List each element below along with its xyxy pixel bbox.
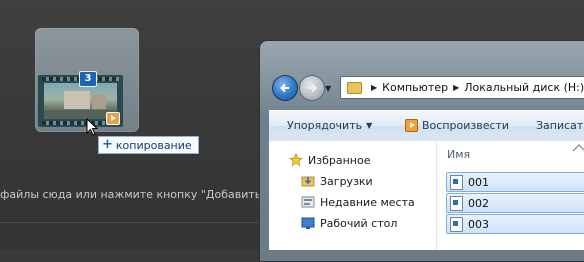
- organize-label: Упорядочить: [287, 119, 363, 132]
- column-header-name[interactable]: Имя: [447, 148, 470, 161]
- burn-button[interactable]: Записать: [536, 119, 584, 132]
- address-bar[interactable]: ▶ Компьютер ▶ Локальный диск (H:): [340, 76, 584, 99]
- column-scroll-icon[interactable]: [569, 141, 584, 159]
- copy-tooltip: + копирование: [98, 136, 199, 154]
- breadcrumb-computer[interactable]: Компьютер: [382, 81, 448, 94]
- breadcrumb-local-disk[interactable]: Локальный диск (H:): [464, 81, 584, 94]
- video-file-icon: [450, 174, 463, 190]
- nav-label: Загрузки: [320, 174, 373, 188]
- arrow-left-icon: [280, 83, 289, 93]
- nav-label: Недавние места: [320, 195, 415, 209]
- video-file-icon: [450, 216, 463, 232]
- nav-label: Рабочий стол: [320, 216, 398, 230]
- frame-building-2: [92, 95, 106, 109]
- forward-button[interactable]: [299, 75, 325, 101]
- star-icon: [289, 153, 303, 167]
- play-label: Воспроизвести: [422, 119, 510, 132]
- drag-count-badge: 3: [79, 71, 97, 87]
- navigation-pane: Избранное Загрузки Недавние места Рабочи…: [269, 141, 429, 250]
- play-button[interactable]: Воспроизвести: [405, 119, 509, 132]
- video-file-icon: [450, 195, 463, 211]
- video-play-icon: [106, 112, 120, 125]
- nav-item-downloads[interactable]: Загрузки: [301, 174, 373, 188]
- recent-pages-dropdown[interactable]: ▼: [325, 84, 331, 93]
- chevron-right-icon[interactable]: ▶: [453, 83, 459, 92]
- back-button[interactable]: [272, 75, 298, 101]
- file-name: 003: [468, 217, 489, 231]
- drop-hint-text: файлы сюда или нажмите кнопку "Добавить"…: [0, 188, 270, 201]
- pane-divider[interactable]: [436, 141, 437, 250]
- nav-item-favorites[interactable]: Избранное: [289, 153, 370, 167]
- chevron-right-icon[interactable]: ▶: [371, 83, 377, 92]
- play-icon: [405, 119, 418, 132]
- panel-divider: [0, 222, 270, 223]
- explorer-content: Избранное Загрузки Недавние места Рабочи…: [269, 141, 584, 250]
- nav-item-desktop[interactable]: Рабочий стол: [301, 216, 397, 230]
- organize-button[interactable]: Упорядочить ▼: [287, 119, 372, 132]
- recent-places-icon: [301, 195, 315, 209]
- nav-item-recent-places[interactable]: Недавние места: [301, 195, 415, 209]
- nav-label: Избранное: [308, 153, 371, 167]
- file-name: 002: [468, 196, 489, 210]
- file-row-002[interactable]: 002: [446, 193, 584, 213]
- burn-label: Записать: [536, 119, 584, 132]
- plus-icon: +: [102, 137, 113, 152]
- chevron-down-icon: ▼: [366, 121, 373, 130]
- file-name: 001: [468, 175, 489, 189]
- copy-tooltip-label: копирование: [115, 138, 192, 152]
- file-row-001[interactable]: 001: [446, 172, 584, 192]
- mouse-cursor-icon: [86, 118, 99, 136]
- folder-icon: [347, 81, 362, 94]
- downloads-folder-icon: [301, 174, 315, 188]
- command-bar: Упорядочить ▼ Воспроизвести Записать: [269, 110, 584, 142]
- desktop-icon: [301, 216, 315, 230]
- frame-building: [64, 91, 90, 109]
- file-row-003[interactable]: 003: [446, 214, 584, 234]
- arrow-right-icon: [308, 83, 317, 93]
